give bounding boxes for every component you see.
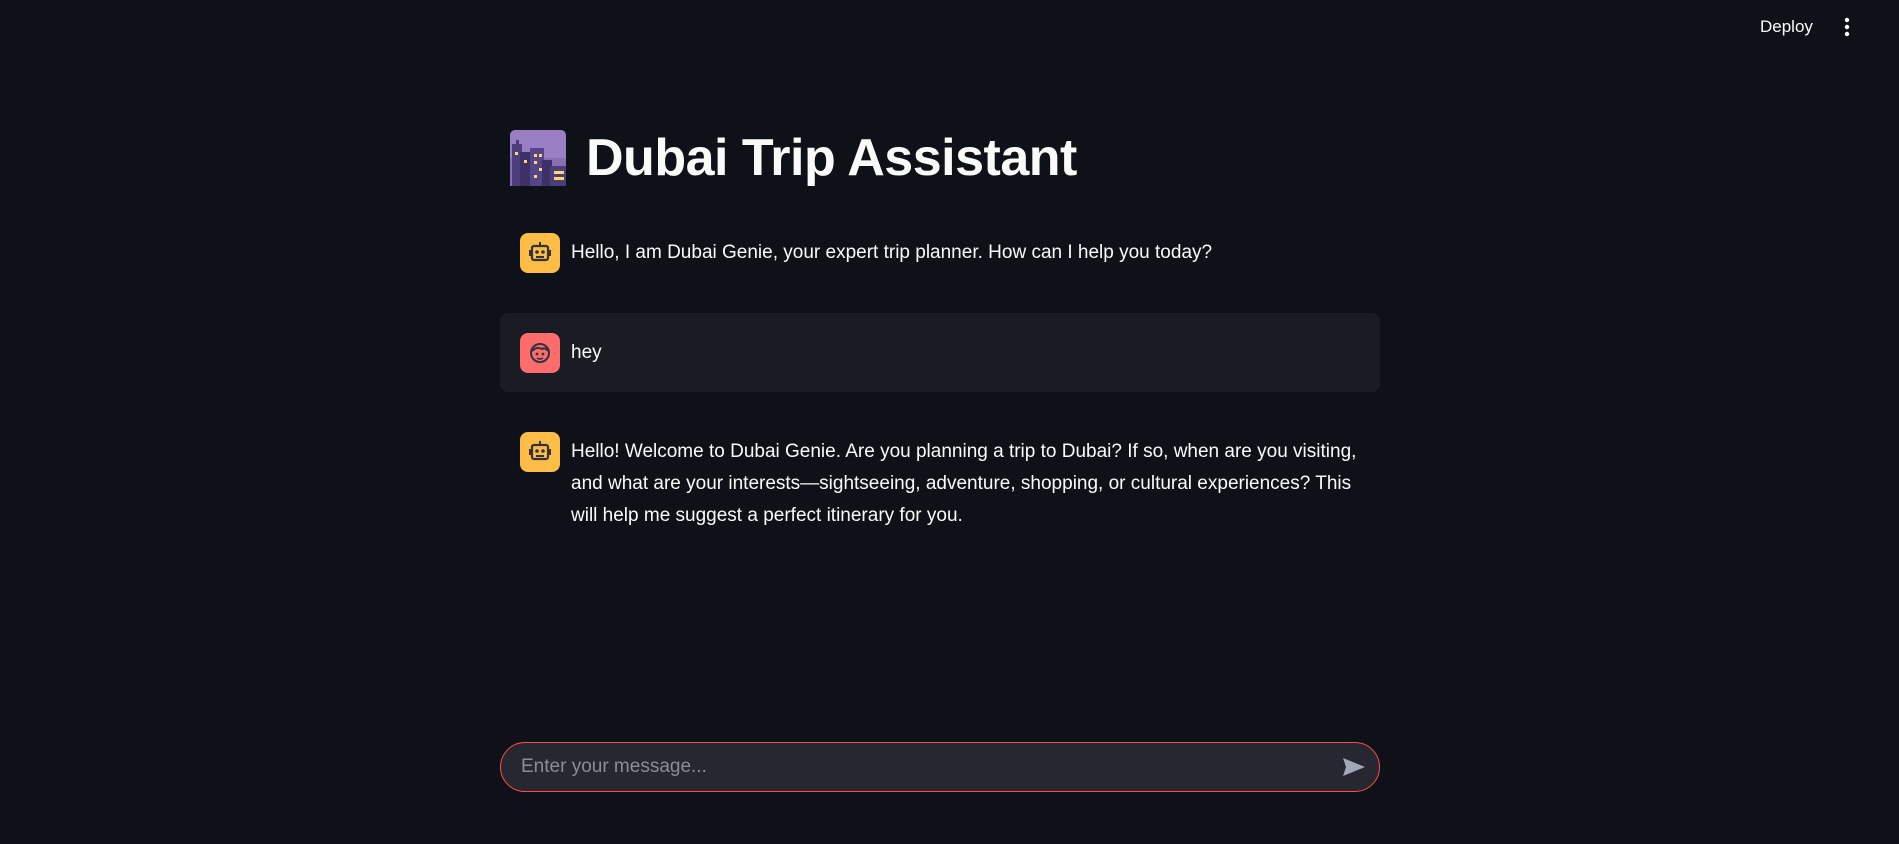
chat-input-container: [500, 742, 1380, 792]
chat-message-assistant: Hello! Welcome to Dubai Genie. Are you p…: [500, 432, 1380, 532]
page-title: Dubai Trip Assistant: [586, 129, 1077, 187]
deploy-button[interactable]: Deploy: [1750, 12, 1823, 42]
send-icon: [1343, 758, 1365, 776]
chat-message-assistant: Hello, I am Dubai Genie, your expert tri…: [500, 233, 1380, 273]
message-text: Hello! Welcome to Dubai Genie. Are you p…: [571, 441, 1357, 526]
message-text: Hello, I am Dubai Genie, your expert tri…: [571, 242, 1213, 263]
night-cityscape-icon: [510, 130, 566, 186]
header-bar: Deploy: [0, 0, 1899, 56]
message-text: hey: [571, 342, 602, 363]
chat-message-user: hey: [500, 313, 1380, 392]
robot-icon: [529, 441, 551, 461]
robot-icon: [529, 242, 551, 262]
user-face-icon: [530, 343, 550, 363]
vertical-ellipsis-icon[interactable]: [1836, 14, 1858, 40]
page-title-row: Dubai Trip Assistant: [510, 128, 1077, 188]
chat-input[interactable]: [501, 744, 1329, 790]
user-avatar: [520, 333, 560, 373]
assistant-avatar: [520, 233, 560, 273]
send-button[interactable]: [1329, 744, 1379, 790]
assistant-avatar: [520, 432, 560, 472]
